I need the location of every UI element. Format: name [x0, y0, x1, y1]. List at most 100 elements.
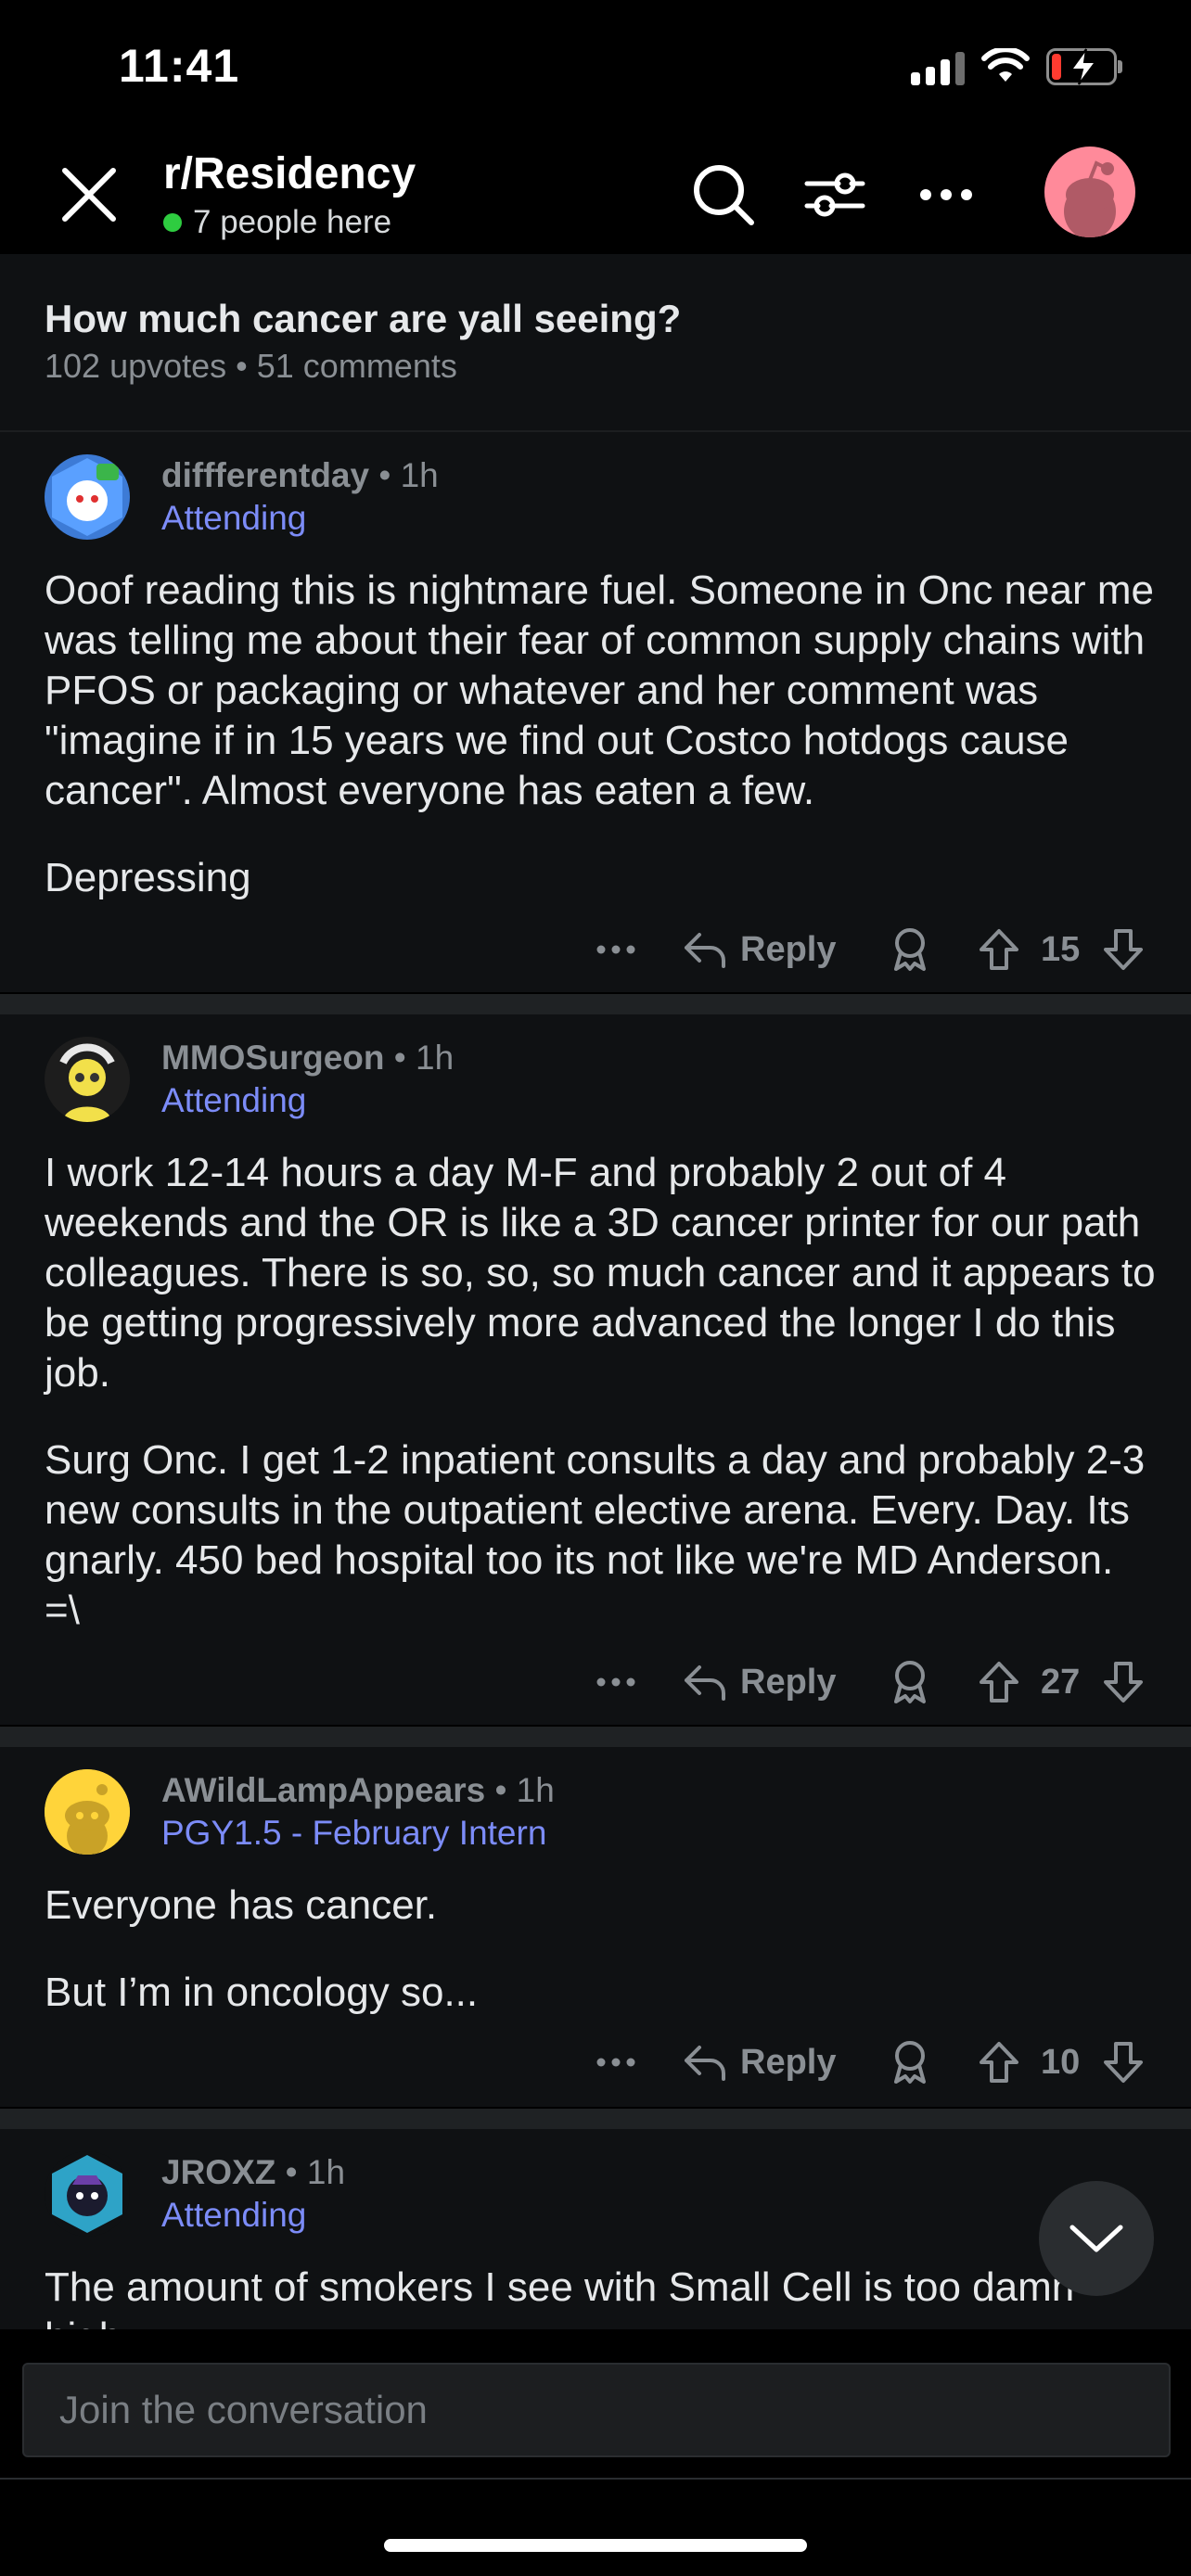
award-icon [894, 1661, 926, 1703]
avatar[interactable] [45, 2151, 130, 2237]
comment-divider [0, 2109, 1191, 2129]
downvote-button[interactable] [1102, 2025, 1145, 2099]
comment-paragraph: But I’m in oncology so... [45, 1970, 479, 2015]
comment: diffferentday • 1h Attending Ooof readin… [0, 432, 1191, 992]
award-button[interactable] [889, 1645, 931, 1719]
battery-icon [1046, 48, 1122, 85]
comment-paragraph: The amount of smokers I see with Small C… [45, 2264, 1075, 2329]
upvote-button[interactable] [978, 2025, 1020, 2099]
user-flair: Attending [161, 2196, 307, 2234]
join-conversation-input[interactable] [24, 2365, 1169, 2455]
composer-area [0, 2329, 1191, 2478]
user-flair: PGY1.5 - February Intern [161, 1814, 547, 1852]
comment-body: Ooof reading this is nightmare fuel. Som… [45, 566, 1158, 940]
post-header: How much cancer are yall seeing? 102 upv… [0, 254, 1191, 432]
comment: AWildLampAppears • 1h PGY1.5 - February … [0, 1747, 1191, 2107]
post-meta: 102 upvotes • 51 comments [45, 347, 457, 385]
wifi-icon [981, 48, 1030, 82]
vote-count: 27 [1041, 1662, 1081, 1702]
comment-username[interactable]: diffferentday • 1h [161, 456, 439, 495]
upvote-button[interactable] [978, 912, 1020, 987]
snoo-avatar-icon [1064, 160, 1116, 237]
comment-username[interactable]: MMOSurgeon • 1h [161, 1039, 454, 1078]
comment: MMOSurgeon • 1h Attending I work 12-14 h… [0, 1014, 1191, 1725]
downvote-icon [1104, 2042, 1143, 2083]
search-button[interactable] [686, 158, 761, 232]
award-icon [894, 2041, 926, 2084]
user-flair: Attending [161, 1081, 307, 1119]
post-title[interactable]: How much cancer are yall seeing? [45, 297, 681, 341]
downvote-icon [1104, 1662, 1143, 1702]
reply-button[interactable]: Reply [681, 912, 836, 987]
reply-icon [685, 2046, 725, 2081]
comment-divider [0, 994, 1191, 1014]
sort-filter-button[interactable] [798, 158, 872, 232]
comment-actions: Reply 27 [0, 1645, 1191, 1719]
comment-time: • 1h [393, 1039, 455, 1077]
more-button[interactable] [594, 2025, 638, 2099]
comment: JROXZ • 1h Attending The amount of smoke… [0, 2129, 1191, 2329]
comment-body: The amount of smokers I see with Small C… [45, 2263, 1158, 2329]
comment-paragraph: I work 12-14 hours a day M-F and probabl… [45, 1150, 1156, 1396]
status-icons [911, 41, 1122, 93]
user-avatar-icon [52, 2155, 122, 2233]
award-button[interactable] [889, 2025, 931, 2099]
upvote-button[interactable] [978, 1645, 1020, 1719]
user-avatar-icon [52, 458, 122, 536]
more-icon [920, 189, 972, 200]
comment-divider [0, 1727, 1191, 1747]
more-button[interactable] [594, 1645, 638, 1719]
reply-button[interactable]: Reply [681, 2025, 836, 2099]
vote-count: 10 [1041, 2042, 1081, 2082]
avatar[interactable] [45, 454, 130, 540]
online-dot-icon [163, 213, 182, 232]
more-icon [596, 2058, 635, 2067]
comment-time: • 1h [378, 456, 439, 494]
chevron-down-icon [1069, 2225, 1123, 2252]
avatar[interactable] [45, 1769, 130, 1855]
comment-username[interactable]: JROXZ • 1h [161, 2153, 345, 2192]
more-options-button[interactable] [909, 158, 983, 232]
cellular-signal-icon [911, 48, 965, 85]
more-icon [596, 1677, 635, 1687]
bottom-divider [0, 2478, 1191, 2480]
award-icon [894, 928, 926, 971]
comment-actions: Reply 10 [0, 2025, 1191, 2099]
comment-composer[interactable] [22, 2363, 1171, 2457]
downvote-icon [1104, 929, 1143, 970]
more-icon [596, 945, 635, 954]
reply-icon [685, 933, 725, 968]
status-time: 11:41 [119, 40, 240, 92]
comment-time: • 1h [494, 1771, 555, 1809]
comment-username[interactable]: AWildLampAppears • 1h [161, 1771, 555, 1810]
comment-body: I work 12-14 hours a day M-F and probabl… [45, 1148, 1158, 1673]
online-text: 7 people here [193, 204, 392, 240]
online-count: 7 people here [163, 204, 391, 241]
close-icon [62, 168, 116, 222]
comment-time: • 1h [285, 2153, 346, 2191]
close-button[interactable] [52, 158, 126, 232]
comment-paragraph: Everyone has cancer. [45, 1882, 438, 1928]
downvote-button[interactable] [1102, 1645, 1145, 1719]
comment-paragraph: Surg Onc. I get 1-2 inpatient consults a… [45, 1437, 1146, 1633]
reply-button[interactable]: Reply [681, 1645, 836, 1719]
downvote-button[interactable] [1102, 912, 1145, 987]
user-avatar[interactable] [1044, 147, 1135, 237]
home-indicator[interactable] [384, 2539, 807, 2552]
search-icon [694, 165, 754, 225]
comment-paragraph: Depressing [45, 855, 251, 900]
vote-count: 15 [1041, 929, 1081, 969]
user-avatar-icon [45, 1037, 130, 1122]
scroll-to-next-button[interactable] [1039, 2181, 1154, 2296]
subreddit-name[interactable]: r/Residency [163, 148, 416, 199]
upvote-icon [980, 1662, 1018, 1702]
award-button[interactable] [889, 912, 931, 987]
user-flair: Attending [161, 499, 307, 537]
comment-paragraph: Ooof reading this is nightmare fuel. Som… [45, 567, 1154, 813]
avatar[interactable] [45, 1037, 130, 1122]
upvote-icon [980, 929, 1018, 970]
comment-actions: Reply 15 [0, 912, 1191, 987]
sort-filter-icon [804, 172, 865, 217]
more-button[interactable] [594, 912, 638, 987]
top-nav-bar: r/Residency 7 people here [0, 130, 1191, 254]
